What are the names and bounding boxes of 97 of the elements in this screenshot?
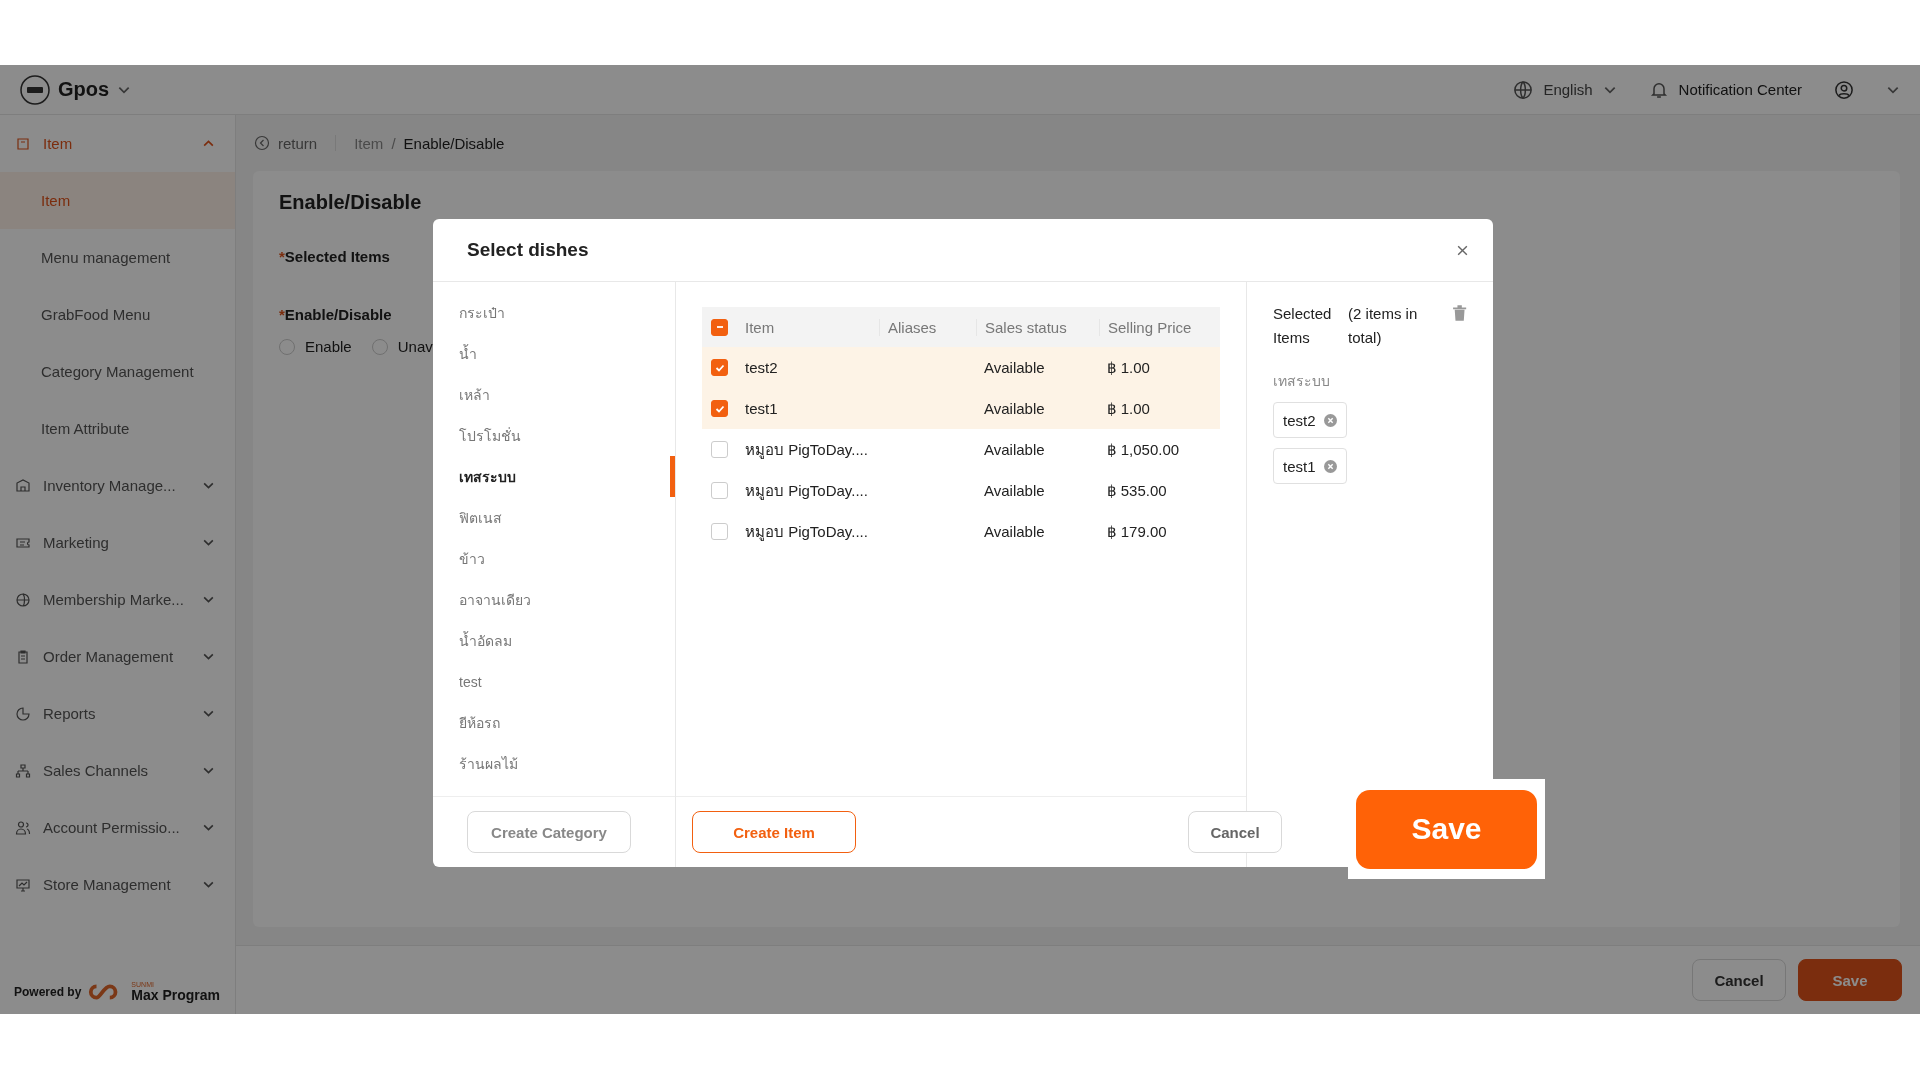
close-icon[interactable] <box>1456 243 1469 257</box>
row-checkbox[interactable] <box>711 400 728 417</box>
table-cell-text: ฿ 1.00 <box>1106 358 1151 377</box>
trash-icon[interactable] <box>1451 304 1467 322</box>
column-header: Aliases <box>879 318 976 336</box>
table-cell-text: ฿ 179.00 <box>1106 522 1168 541</box>
sidebar-item[interactable]: Item Attribute <box>0 400 235 457</box>
category-item[interactable]: น้ำอัดลม <box>433 620 675 661</box>
breadcrumb-item[interactable]: Item <box>354 134 384 152</box>
powered-by-label: Powered by <box>14 984 82 999</box>
row-checkbox[interactable] <box>711 359 728 376</box>
category-item[interactable]: ร้านผลไม้ <box>433 743 675 784</box>
select-all-checkbox[interactable] <box>711 318 728 336</box>
table-row[interactable]: หมูอบ PigToDay.... Available ฿ 1,050.00 <box>702 429 1220 470</box>
radio-label[interactable]: Enable <box>305 338 352 355</box>
globe-icon <box>1513 79 1534 100</box>
table-cell-text: Available <box>983 441 1046 458</box>
table-cell-text: Available <box>983 523 1046 540</box>
globe-icon <box>15 591 31 608</box>
save-button[interactable]: Save <box>1798 959 1902 1001</box>
column-header: Selling Price <box>1099 318 1220 336</box>
category-item[interactable]: น้ำ <box>433 333 675 374</box>
group-label: เทสระบบ <box>1273 372 1331 391</box>
sidebar-group[interactable]: Marketing <box>0 514 235 571</box>
table-cell-text: ฿ 1.00 <box>1106 399 1151 418</box>
category-item[interactable]: อาจานเดียว <box>433 579 675 620</box>
sidebar-group[interactable]: Inventory Manage... <box>0 457 235 514</box>
user-avatar-icon[interactable] <box>1834 79 1854 100</box>
row-checkbox[interactable] <box>711 482 728 499</box>
selected-tag: test2 <box>1273 402 1347 438</box>
create-item-button[interactable]: Create Item <box>692 811 856 853</box>
category-item[interactable]: ฟิตเนส <box>433 497 675 538</box>
sidebar-item[interactable]: Item <box>0 172 235 229</box>
clipboard-icon <box>15 648 31 665</box>
sidebar-item[interactable]: GrabFood Menu <box>0 286 235 343</box>
column-header: Item <box>744 318 776 336</box>
dialog-title: Select dishes <box>467 239 589 261</box>
table-cell-text: Available <box>983 482 1046 499</box>
table-cell-text: หมูอบ PigToDay.... <box>744 439 869 461</box>
box-icon <box>15 135 31 152</box>
sidebar-group[interactable]: Order Management <box>0 628 235 685</box>
users-icon <box>15 819 31 836</box>
create-category-button[interactable]: Create Category <box>467 811 631 853</box>
category-item[interactable]: เหล้า <box>433 374 675 415</box>
selected-items-title: Selected Items <box>1273 304 1333 348</box>
breadcrumb-item[interactable]: Enable/Disable <box>403 134 505 152</box>
logo-icon <box>20 74 50 105</box>
building-icon <box>15 477 31 494</box>
category-item[interactable]: test <box>433 661 675 702</box>
field-label: *Selected Items <box>279 248 390 265</box>
table-cell-text: หมูอบ PigToDay.... <box>744 521 869 543</box>
table-cell-text: Available <box>983 359 1046 376</box>
monitor-icon <box>15 876 31 893</box>
cancel-button[interactable]: Cancel <box>1188 811 1282 853</box>
column-header: Sales status <box>976 318 1099 336</box>
page-title: Enable/Disable <box>279 191 423 214</box>
return-link[interactable]: return <box>278 134 318 152</box>
table-cell-text: ฿ 1,050.00 <box>1106 440 1181 459</box>
table-row[interactable]: test1 Available ฿ 1.00 <box>702 388 1220 429</box>
table-row[interactable]: test2 Available ฿ 1.00 <box>702 347 1220 388</box>
language-selector[interactable]: English <box>1543 81 1593 98</box>
field-label: *Enable/Disable <box>279 306 392 323</box>
remove-icon[interactable] <box>1323 413 1337 427</box>
sidebar-group[interactable]: Membership Marke... <box>0 571 235 628</box>
table-row[interactable]: หมูอบ PigToDay.... Available ฿ 179.00 <box>702 511 1220 552</box>
radio-label[interactable]: Unav <box>397 338 433 355</box>
sidebar-item[interactable]: Menu management <box>0 229 235 286</box>
row-checkbox[interactable] <box>711 523 728 540</box>
category-item[interactable]: ยีห้อรถ <box>433 702 675 743</box>
sidebar-item[interactable]: Category Management <box>0 343 235 400</box>
row-checkbox[interactable] <box>711 441 728 458</box>
table-row[interactable]: หมูอบ PigToDay.... Available ฿ 535.00 <box>702 470 1220 511</box>
selected-tag: test1 <box>1273 448 1347 484</box>
sidebar-group[interactable]: Reports <box>0 685 235 742</box>
save-button[interactable]: Save <box>1356 789 1537 869</box>
sidebar-group[interactable]: Account Permissio... <box>0 799 235 856</box>
table-cell-text: ฿ 535.00 <box>1106 481 1168 500</box>
pie-chart-icon <box>15 705 31 722</box>
notification-center-link[interactable]: Notification Center <box>1678 81 1802 98</box>
breadcrumb-separator: / <box>391 134 396 152</box>
remove-icon[interactable] <box>1323 459 1337 473</box>
category-item[interactable]: เทสระบบ <box>433 456 675 497</box>
category-item[interactable]: ข้าว <box>433 538 675 579</box>
table-cell-text: Available <box>983 400 1046 417</box>
cancel-button[interactable]: Cancel <box>1692 959 1786 1001</box>
table-cell-text: หมูอบ PigToDay.... <box>744 480 869 502</box>
selected-count: (2 items in total) <box>1348 304 1419 348</box>
sidebar-group[interactable]: Sales Channels <box>0 742 235 799</box>
maker-name: Max Program <box>131 988 221 1002</box>
table-cell-text: test1 <box>744 400 779 417</box>
category-item[interactable]: กระเป๋า <box>433 292 675 333</box>
table-cell-text: test2 <box>744 359 779 376</box>
network-icon <box>15 762 31 779</box>
sidebar-group[interactable]: Store Management <box>0 856 235 913</box>
category-item[interactable]: โปรโมชั่น <box>433 415 675 456</box>
sidebar-group[interactable]: Item <box>0 115 235 172</box>
store-name[interactable]: Gpos <box>58 78 110 101</box>
